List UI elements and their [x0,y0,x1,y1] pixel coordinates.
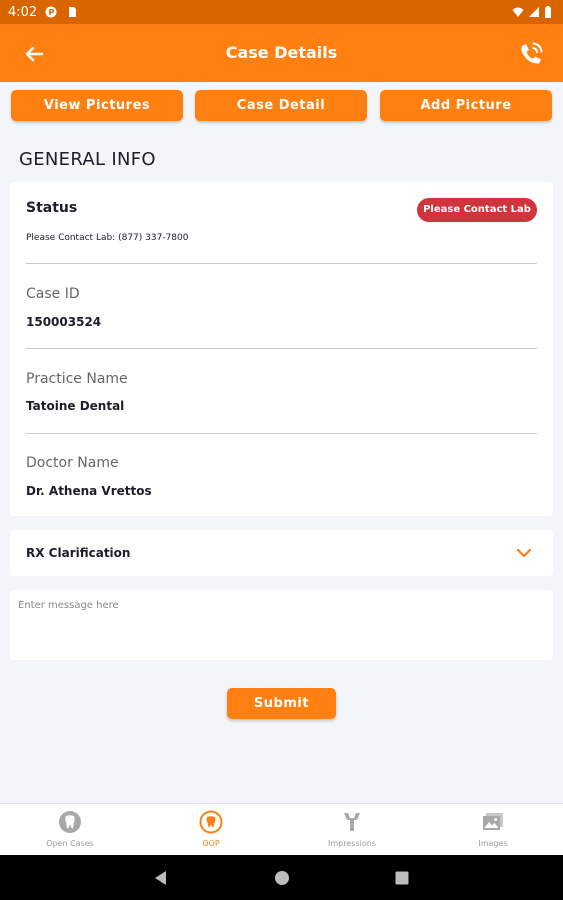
svg-text:P: P [49,8,55,17]
nav-label: Images [478,839,508,848]
practice-name-value: Tatoine Dental [26,399,125,413]
nav-item-open-cases[interactable]: Open Cases [0,804,140,856]
recents-square-icon[interactable] [392,868,412,888]
divider [26,433,537,434]
case-id-value: 150003524 [26,315,102,329]
divider [26,263,537,264]
nav-item-images[interactable]: Images [423,804,563,856]
sim-card-icon [69,7,76,17]
nav-label: OOP [202,839,220,848]
nav-item-impressions[interactable]: Impressions [282,804,422,856]
nav-label: Open Cases [46,839,94,848]
general-info-card: Status Please Contact Lab: (877) 337-780… [10,182,553,516]
rx-clarification-accordion[interactable]: RX Clarification [10,530,553,576]
message-card [10,590,553,660]
message-input[interactable] [10,590,553,660]
nav-item-oop[interactable]: OOP [141,804,281,856]
case-id-label: Case ID [26,286,80,302]
chevron-down-icon[interactable] [515,544,533,562]
system-status-bar: 4:02 P [0,0,563,24]
back-triangle-icon[interactable] [151,868,171,888]
images-icon [483,813,503,830]
app-bar: Case Details [0,24,563,82]
system-navigation-bar [0,855,563,900]
battery-icon [545,6,551,18]
phone-call-icon[interactable] [513,36,549,72]
signal-icon [529,7,539,17]
status-time: 4:02 [8,5,38,20]
add-picture-button[interactable]: Add Picture [380,90,552,121]
view-pictures-button[interactable]: View Pictures [11,90,183,121]
tooth-icon [59,811,81,833]
practice-name-label: Practice Name [26,371,128,387]
case-detail-button[interactable]: Case Detail [195,90,367,121]
divider [26,348,537,349]
oop-icon [199,810,223,834]
rx-clarification-label: RX Clarification [26,546,131,560]
doctor-name-label: Doctor Name [26,455,119,471]
status-label: Status [26,200,78,216]
impressions-icon [344,813,360,831]
page-title: Case Details [225,43,338,62]
doctor-name-value: Dr. Athena Vrettos [26,484,152,498]
wifi-icon [512,7,524,17]
status-badge: Please Contact Lab [417,198,537,222]
bottom-navigation: Open Cases OOP Impressions Images [0,803,563,855]
submit-button[interactable]: Submit [227,688,336,719]
status-contact-text: Please Contact Lab: (877) 337-7800 [26,233,189,243]
nav-label: Impressions [328,839,376,848]
general-info-heading: GENERAL INFO [19,149,156,170]
p-notification-icon: P [45,6,57,18]
home-circle-icon[interactable] [272,868,292,888]
